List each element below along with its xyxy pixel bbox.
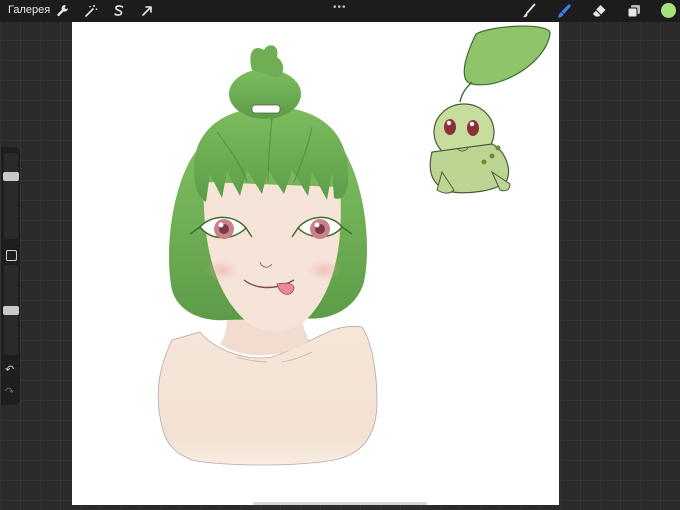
- drawing-canvas[interactable]: [72, 22, 559, 505]
- top-toolbar: Галерея •••: [0, 0, 680, 22]
- layers-icon[interactable]: [625, 2, 643, 20]
- color-picker-swatch[interactable]: [661, 3, 676, 18]
- opacity-slider-knob[interactable]: [3, 306, 19, 315]
- wrench-icon[interactable]: [54, 2, 72, 20]
- girl-drawing: [157, 45, 378, 466]
- more-options-icon[interactable]: •••: [333, 2, 347, 13]
- chikorita-drawing: [429, 25, 551, 194]
- left-sidebar: ↶ ↷: [1, 147, 20, 405]
- magic-wand-icon[interactable]: [82, 2, 100, 20]
- gallery-button[interactable]: Галерея: [8, 4, 50, 16]
- redo-button[interactable]: ↷: [5, 387, 14, 398]
- home-indicator: [253, 502, 427, 505]
- brush-size-slider[interactable]: [3, 153, 19, 239]
- undo-button[interactable]: ↶: [5, 365, 14, 376]
- transform-arrow-icon[interactable]: [138, 2, 156, 20]
- modify-button[interactable]: [6, 250, 17, 261]
- brush-size-slider-knob[interactable]: [3, 172, 19, 181]
- eraser-icon[interactable]: [590, 2, 608, 20]
- smudge-icon[interactable]: [555, 2, 573, 20]
- artwork: [157, 25, 551, 466]
- opacity-slider[interactable]: [3, 265, 19, 355]
- brush-icon[interactable]: [520, 2, 538, 20]
- selection-icon[interactable]: [110, 2, 128, 20]
